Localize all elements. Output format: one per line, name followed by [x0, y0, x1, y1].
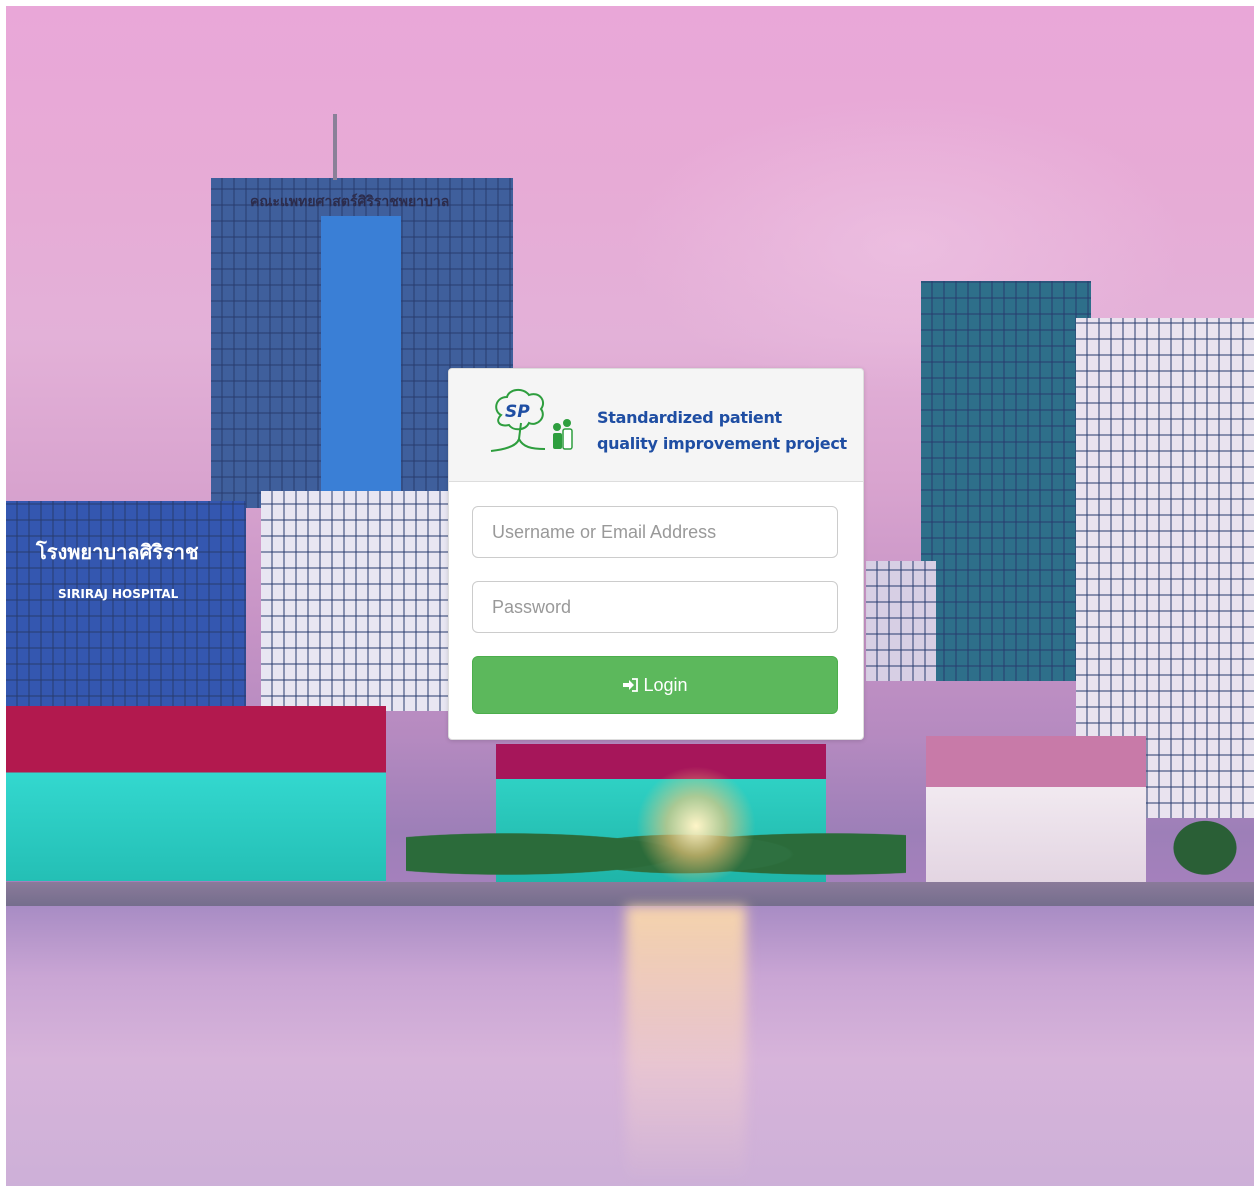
right-low-building [866, 561, 936, 681]
logo-title-line2: quality improvement project [597, 434, 847, 453]
tower-blue-column [321, 216, 401, 506]
username-input[interactable] [472, 506, 838, 558]
thai-sign-top: คณะแพทยศาสตร์ศิริราชพยาบาล [250, 194, 450, 210]
right-tower [921, 281, 1091, 681]
sign-in-icon [623, 678, 639, 692]
tree-right [1156, 806, 1254, 882]
thai-sign-hospital: โรงพยาบาลศิริราช [36, 540, 199, 564]
sun-glow [636, 766, 756, 886]
teal-pavilion-left [6, 706, 386, 881]
login-button-label: Login [643, 674, 688, 695]
password-input[interactable] [472, 581, 838, 633]
middle-building [261, 491, 451, 711]
login-form: Login [449, 482, 863, 714]
login-panel-header: SP Standardized patient quality improvem… [449, 369, 863, 482]
right-pavilion [926, 736, 1146, 882]
hospital-sign: SIRIRAJ HOSPITAL [58, 587, 179, 601]
login-panel: SP Standardized patient quality improvem… [448, 368, 864, 740]
svg-text:SP: SP [505, 402, 530, 422]
login-button[interactable]: Login [472, 656, 838, 714]
left-building [6, 501, 246, 711]
logo-title: Standardized patient quality improvement… [597, 405, 847, 457]
water-reflection [626, 906, 746, 1186]
sp-tree-logo-icon: SP [490, 389, 573, 452]
tower-antenna [333, 114, 337, 180]
logo-title-line1: Standardized patient [597, 408, 782, 427]
